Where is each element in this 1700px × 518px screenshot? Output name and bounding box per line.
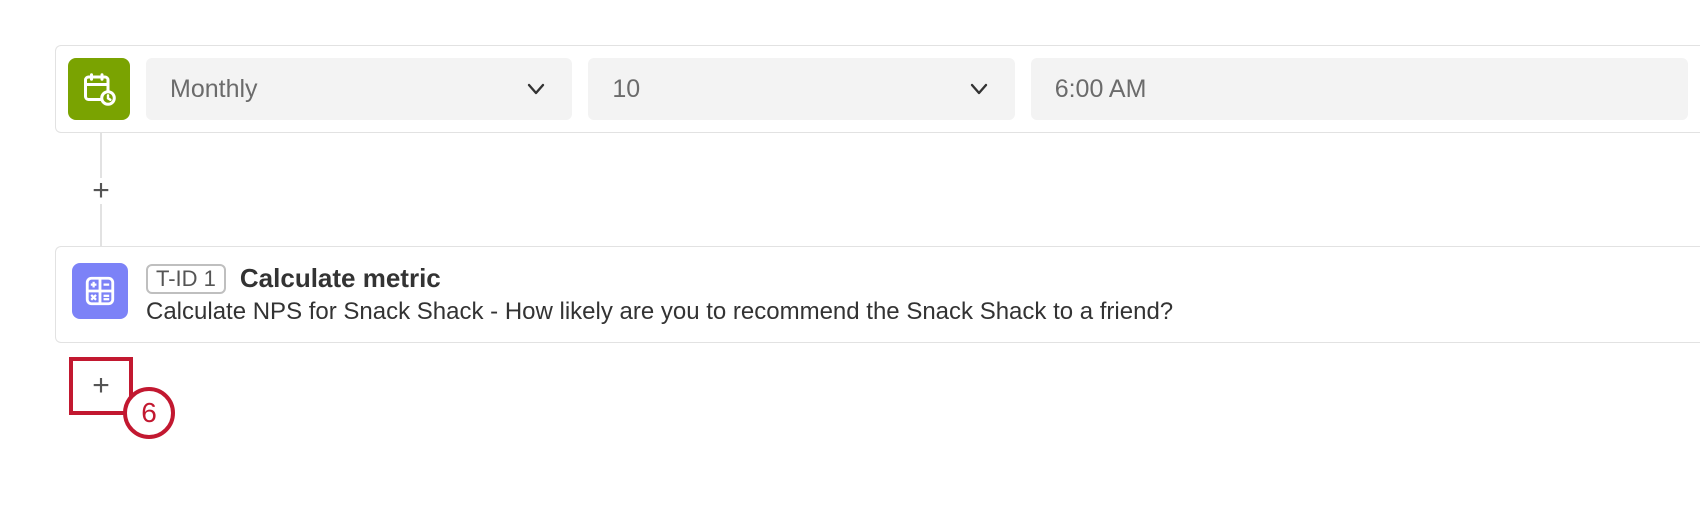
day-value: 10: [612, 75, 640, 104]
task-id-badge: T-ID 1: [146, 264, 226, 294]
task-header: T-ID 1 Calculate metric: [146, 263, 1173, 294]
task-description: Calculate NPS for Snack Shack - How like…: [146, 298, 1173, 326]
chevron-down-icon: [524, 77, 548, 101]
frequency-value: Monthly: [170, 75, 258, 104]
add-step-container: + 6: [69, 357, 137, 415]
calculator-icon: [72, 263, 128, 319]
frequency-select[interactable]: Monthly: [146, 58, 572, 120]
plus-icon: +: [92, 371, 110, 401]
calendar-schedule-icon: [68, 58, 130, 120]
flow-connector: [100, 204, 1700, 246]
time-select[interactable]: 6:00 AM: [1031, 58, 1688, 120]
task-body: T-ID 1 Calculate metric Calculate NPS fo…: [146, 263, 1173, 326]
add-step-button-mid[interactable]: +: [88, 178, 114, 204]
task-card[interactable]: T-ID 1 Calculate metric Calculate NPS fo…: [55, 246, 1700, 343]
day-select[interactable]: 10: [588, 58, 1014, 120]
task-title: Calculate metric: [240, 263, 441, 294]
flow-connector: [100, 133, 1700, 178]
callout-badge: 6: [123, 387, 175, 439]
time-value: 6:00 AM: [1055, 75, 1147, 104]
workflow-canvas: Monthly 10 6:00 AM +: [0, 0, 1700, 415]
schedule-trigger-card[interactable]: Monthly 10 6:00 AM: [55, 45, 1700, 133]
chevron-down-icon: [967, 77, 991, 101]
